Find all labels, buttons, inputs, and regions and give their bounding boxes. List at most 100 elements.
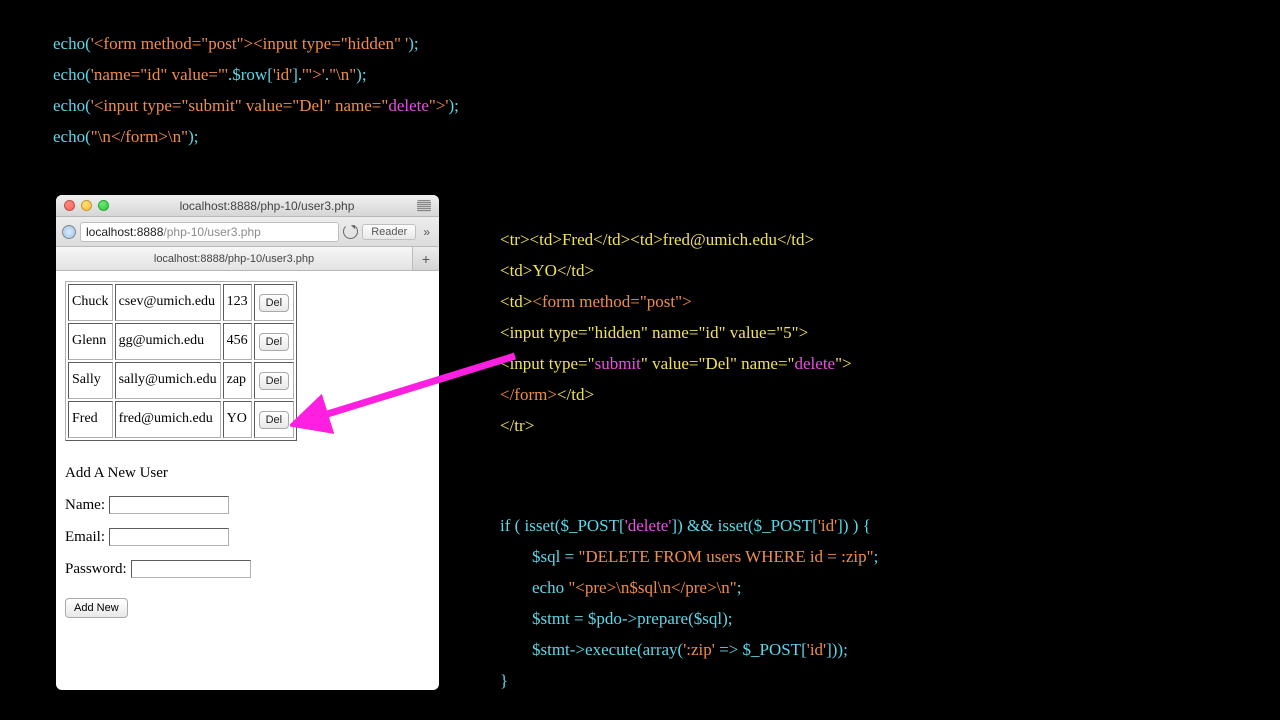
token: <tr><td> bbox=[500, 230, 562, 249]
token: 'delete' bbox=[625, 516, 672, 535]
table-cell-actions: Del bbox=[254, 323, 295, 360]
code-line: <td>YO</td> bbox=[500, 255, 852, 286]
table-cell: Fred bbox=[68, 401, 113, 438]
url-field[interactable]: localhost:8888/php-10/user3.php bbox=[80, 222, 339, 242]
token: ':zip' bbox=[683, 640, 715, 659]
token: echo( bbox=[53, 65, 91, 84]
new-tab-button[interactable]: + bbox=[413, 247, 439, 270]
token: echo( bbox=[53, 127, 91, 146]
table-cell: Glenn bbox=[68, 323, 113, 360]
token: </td> bbox=[557, 261, 594, 280]
token: echo bbox=[532, 578, 568, 597]
tab-label: localhost:8888/php-10/user3.php bbox=[154, 253, 314, 265]
page-content: Chuckcsev@umich.edu123DelGlenngg@umich.e… bbox=[56, 271, 439, 628]
code-line: } bbox=[500, 665, 878, 696]
delete-button[interactable]: Del bbox=[259, 333, 290, 351]
token: ); bbox=[356, 65, 366, 84]
name-input[interactable] bbox=[109, 496, 229, 514]
token: "\n" bbox=[329, 65, 356, 84]
delete-button[interactable]: Del bbox=[259, 294, 290, 312]
email-input[interactable] bbox=[109, 528, 229, 546]
token: ; bbox=[874, 547, 879, 566]
token: ->execute(array( bbox=[570, 640, 683, 659]
url-host: localhost:8888 bbox=[86, 225, 163, 239]
table-row: Glenngg@umich.edu456Del bbox=[68, 323, 294, 360]
table-cell: fred@umich.edu bbox=[115, 401, 221, 438]
token: </td> bbox=[777, 230, 814, 249]
code-line: <tr><td>Fred</td><td>fred@umich.edu</td> bbox=[500, 224, 852, 255]
token: ]) ) { bbox=[837, 516, 871, 535]
code-line: <input type="submit" value="Del" name="d… bbox=[500, 348, 852, 379]
table-cell-actions: Del bbox=[254, 284, 295, 321]
code-line: echo('<input type="submit" value="Del" n… bbox=[53, 90, 459, 121]
token: ">' bbox=[429, 96, 449, 115]
table-row: Chuckcsev@umich.edu123Del bbox=[68, 284, 294, 321]
code-line: <td><form method="post"> bbox=[500, 286, 852, 317]
code-line: echo "<pre>\n$sql\n</pre>\n"; bbox=[500, 572, 878, 603]
window-title: localhost:8888/php-10/user3.php bbox=[117, 199, 417, 213]
token: "> bbox=[835, 354, 852, 373]
name-label: Name: bbox=[65, 497, 105, 514]
table-cell: gg@umich.edu bbox=[115, 323, 221, 360]
token: if ( isset( bbox=[500, 516, 560, 535]
token: ->prepare( bbox=[622, 609, 694, 628]
token: Del bbox=[705, 354, 730, 373]
token: "\n bbox=[91, 127, 111, 146]
code-line: </form></td> bbox=[500, 379, 852, 410]
code-line: if ( isset($_POST['delete']) && isset($_… bbox=[500, 510, 878, 541]
token: "<pre>\n$sql\n</pre>\n" bbox=[568, 578, 736, 597]
add-new-button[interactable]: Add New bbox=[65, 598, 128, 618]
traffic-lights bbox=[64, 200, 109, 211]
token: ); bbox=[188, 127, 198, 146]
token: } bbox=[500, 671, 508, 690]
token: </tr> bbox=[500, 416, 534, 435]
token: <input type="hidden" name="id" value="5"… bbox=[500, 323, 808, 342]
token: ]) && isset( bbox=[671, 516, 753, 535]
token: <input type=" bbox=[500, 354, 595, 373]
table-cell: YO bbox=[223, 401, 252, 438]
table-row: Fredfred@umich.eduYO Del bbox=[68, 401, 294, 438]
delete-button[interactable]: Del bbox=[259, 411, 290, 429]
token: '<form method="post"><input type="hidden… bbox=[91, 34, 408, 53]
token: ); bbox=[408, 34, 418, 53]
email-label: Email: bbox=[65, 529, 105, 546]
delete-button[interactable]: Del bbox=[259, 372, 290, 390]
browser-tab[interactable]: localhost:8888/php-10/user3.php bbox=[56, 247, 413, 270]
token: fred@umich.edu bbox=[663, 230, 777, 249]
proxy-icon bbox=[417, 200, 431, 212]
zoom-icon[interactable] bbox=[98, 200, 109, 211]
token: $pdo bbox=[588, 609, 622, 628]
token: echo( bbox=[53, 96, 91, 115]
token: = bbox=[560, 547, 578, 566]
token: <td> bbox=[500, 292, 532, 311]
token: $sql bbox=[694, 609, 722, 628]
refresh-icon[interactable] bbox=[343, 224, 358, 239]
table-cell-actions: Del bbox=[254, 362, 295, 399]
form-row-email: Email: bbox=[65, 528, 430, 546]
token: delete bbox=[388, 96, 429, 115]
globe-icon bbox=[62, 225, 76, 239]
token: </td> bbox=[557, 385, 594, 404]
browser-window: localhost:8888/php-10/user3.php localhos… bbox=[56, 195, 439, 690]
token: ; bbox=[737, 578, 742, 597]
token: </form> bbox=[111, 127, 168, 146]
code-line: $stmt = $pdo->prepare($sql); bbox=[500, 603, 878, 634]
table-cell: Chuck bbox=[68, 284, 113, 321]
add-user-heading: Add A New User bbox=[65, 465, 430, 482]
token: YO bbox=[532, 261, 557, 280]
form-row-name: Name: bbox=[65, 496, 430, 514]
password-input[interactable] bbox=[131, 560, 251, 578]
token: ])); bbox=[826, 640, 848, 659]
token: '">' bbox=[302, 65, 325, 84]
reader-button[interactable]: Reader bbox=[362, 224, 416, 240]
chevron-right-icon[interactable]: » bbox=[420, 225, 433, 239]
token: " name=" bbox=[730, 354, 795, 373]
token: " value=" bbox=[641, 354, 706, 373]
address-bar: localhost:8888/php-10/user3.php Reader » bbox=[56, 217, 439, 247]
token: '<input type="submit" value="Del" name=" bbox=[91, 96, 389, 115]
code-line: <input type="hidden" name="id" value="5"… bbox=[500, 317, 852, 348]
minimize-icon[interactable] bbox=[81, 200, 92, 211]
url-path: /php-10/user3.php bbox=[163, 225, 260, 239]
close-icon[interactable] bbox=[64, 200, 75, 211]
token: "DELETE FROM users WHERE id = :zip" bbox=[578, 547, 873, 566]
